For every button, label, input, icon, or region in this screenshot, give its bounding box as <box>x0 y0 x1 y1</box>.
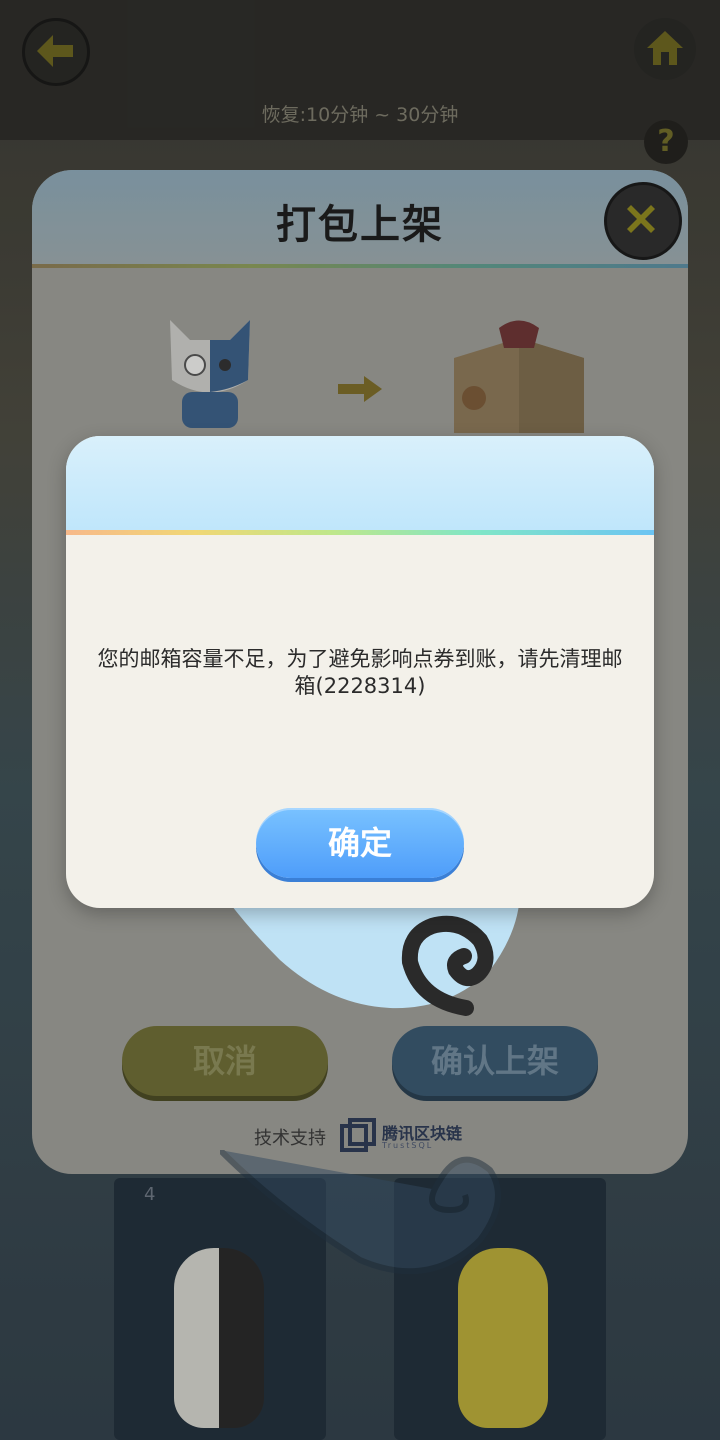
alert-divider <box>66 530 654 535</box>
bubble-tail-decoration <box>220 1150 501 1275</box>
alert-dialog: 您的邮箱容量不足，为了避免影响点券到账，请先清理邮箱(2228314) 确定 <box>66 436 654 908</box>
bubble-tail-decoration <box>220 890 520 1016</box>
ok-button[interactable]: 确定 <box>256 808 464 878</box>
alert-message: 您的邮箱容量不足，为了避免影响点券到账，请先清理邮箱(2228314) <box>97 647 623 698</box>
alert-header <box>66 436 654 532</box>
